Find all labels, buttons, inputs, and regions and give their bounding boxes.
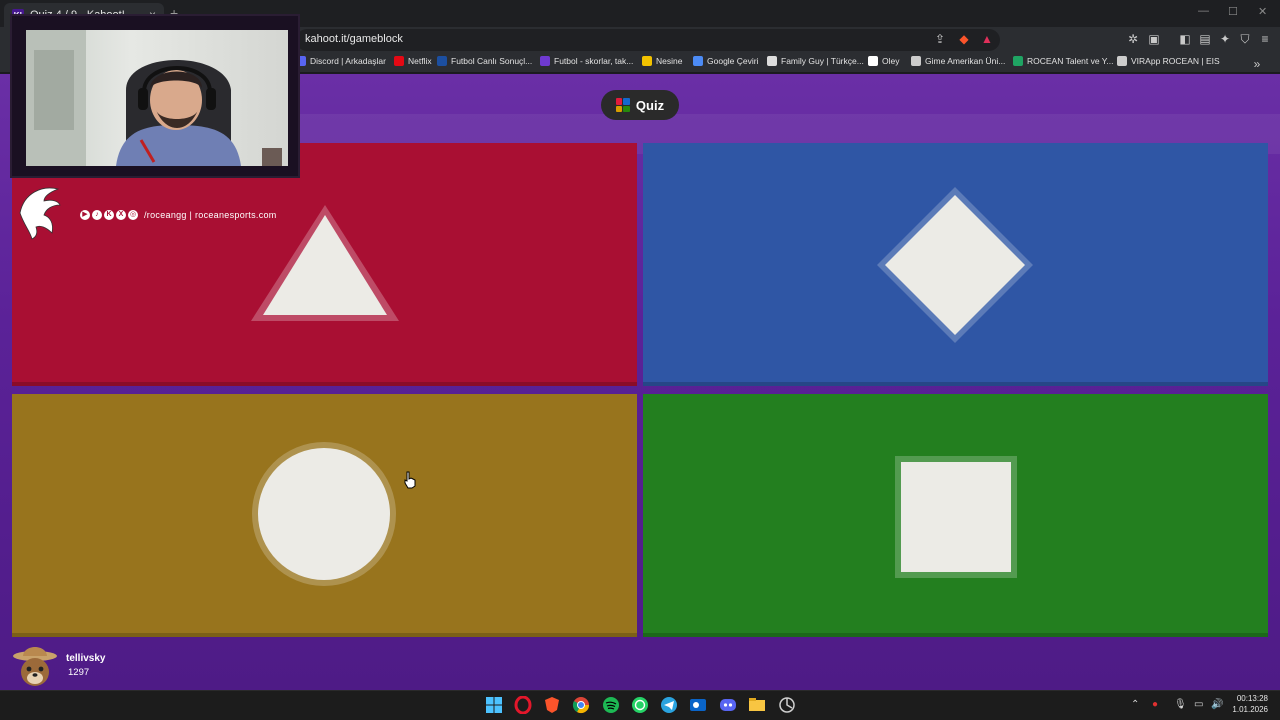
bookmarks-overflow-icon[interactable]: » <box>1250 57 1264 71</box>
tray-overflow-icon[interactable]: ⌃ <box>1131 699 1139 710</box>
answer-diamond-button[interactable] <box>643 143 1268 386</box>
minimize-icon[interactable]: — <box>1198 5 1209 17</box>
clock-time: 00:13:28 <box>1236 694 1268 703</box>
bookmark-item[interactable]: VIRApp ROCEAN | EIS <box>1117 56 1220 66</box>
outlook-icon[interactable] <box>689 696 707 714</box>
dragon-logo-icon <box>19 187 61 240</box>
sheets-icon <box>1013 56 1023 66</box>
bookmark-item[interactable]: Google Çeviri <box>693 56 759 66</box>
app-icon[interactable] <box>778 696 796 714</box>
bookmark-label: Family Guy | Türkçe... <box>781 56 864 66</box>
nesine-icon <box>642 56 652 66</box>
answer-circle-button[interactable] <box>12 394 637 637</box>
instagram-icon: ◎ <box>128 210 138 220</box>
bookmark-item[interactable]: ROCEAN Talent ve Y... <box>1013 56 1113 66</box>
bookmark-label: VIRApp ROCEAN | EIS <box>1131 56 1220 66</box>
bookmark-item[interactable]: Oley <box>868 56 899 66</box>
tray-app-icon[interactable]: ● <box>1152 699 1158 710</box>
brave-icon[interactable] <box>543 696 561 714</box>
bookmark-item[interactable]: Netflix <box>394 56 432 66</box>
site-icon <box>767 56 777 66</box>
bookmark-label: Futbol Canlı Sonuçl... <box>451 56 533 66</box>
square-icon <box>895 456 1017 578</box>
leo-ai-icon[interactable]: ✦ <box>1218 32 1232 46</box>
window-close-icon[interactable]: ✕ <box>1258 5 1267 18</box>
file-explorer-icon[interactable] <box>748 696 766 714</box>
youtube-icon: ▶ <box>80 210 90 220</box>
quiz-label: Quiz <box>635 97 665 113</box>
quiz-type-badge: Quiz <box>601 90 679 120</box>
translate-icon <box>693 56 703 66</box>
network-icon[interactable]: ▭ <box>1194 699 1203 710</box>
bookmark-label: Oley <box>882 56 900 66</box>
whatsapp-icon[interactable] <box>631 696 649 714</box>
player-score: 1297 <box>68 666 90 678</box>
brave-shields-icon[interactable]: ◆ <box>957 32 971 46</box>
tab-search-icon[interactable]: ▤ <box>1198 32 1212 46</box>
m-icon <box>437 56 447 66</box>
menu-icon[interactable]: ≡ <box>1258 32 1272 46</box>
player-name: tellivsky <box>66 652 106 664</box>
bookmark-item[interactable]: Family Guy | Türkçe... <box>767 56 864 66</box>
bookmark-label: Gime Amerikan Üni... <box>925 56 1006 66</box>
oley-icon <box>868 56 878 66</box>
answer-square-button[interactable] <box>643 394 1268 637</box>
bookmark-item[interactable]: Nesine <box>642 56 682 66</box>
player-avatar <box>13 647 57 686</box>
social-links: ▶ ♪ K X ◎ /roceangg | roceanesports.com <box>80 210 277 220</box>
kick-icon: K <box>104 210 114 220</box>
player-info: tellivsky 1297 <box>12 642 105 688</box>
bookmark-item[interactable]: Discord | Arkadaşlar <box>296 56 386 66</box>
bookmark-item[interactable]: Futbol Canlı Sonuçl... <box>437 56 532 66</box>
bookmark-label: Discord | Arkadaşlar <box>310 56 386 66</box>
webcam-video <box>26 30 288 166</box>
bookmark-label: Netflix <box>408 56 432 66</box>
social-handle: /roceangg | roceanesports.com <box>144 210 277 220</box>
tiktok-icon: ♪ <box>92 210 102 220</box>
answer-triangle-button[interactable] <box>12 143 637 386</box>
chrome-icon[interactable] <box>572 696 590 714</box>
webcam-overlay <box>10 14 300 178</box>
wallet-icon[interactable]: ▣ <box>1147 32 1161 46</box>
netflix-icon <box>394 56 404 66</box>
discord-icon[interactable] <box>719 696 737 714</box>
bookmark-label: Futbol - skorlar, tak... <box>554 56 634 66</box>
bookmark-label: Nesine <box>656 56 683 66</box>
volume-icon[interactable]: 🔊 <box>1211 699 1223 710</box>
vpn-icon[interactable]: ⛉ <box>1238 32 1252 46</box>
system-clock[interactable]: 00:13:28 1.01.2026 <box>1232 693 1268 715</box>
sidebar-icon[interactable]: ◧ <box>1178 32 1192 46</box>
clock-date: 1.01.2026 <box>1232 705 1268 714</box>
bookmark-label: Google Çeviri <box>707 56 759 66</box>
x-icon: X <box>116 210 126 220</box>
globe-icon <box>1117 56 1127 66</box>
extensions-icon[interactable]: ✲ <box>1126 32 1140 46</box>
page-icon <box>911 56 921 66</box>
bookmark-item[interactable]: Gime Amerikan Üni... <box>911 56 1005 66</box>
opera-icon[interactable] <box>514 695 532 715</box>
diamond-icon <box>877 187 1033 343</box>
share-icon[interactable]: ⇪ <box>933 32 947 46</box>
brave-rewards-icon[interactable]: ▲ <box>980 32 994 46</box>
quiz-icon <box>615 98 630 112</box>
telegram-icon[interactable] <box>660 696 678 714</box>
microphone-icon[interactable]: 🎙 <box>1174 699 1187 710</box>
bookmark-item[interactable]: Futbol - skorlar, tak... <box>540 56 633 66</box>
maximize-icon[interactable]: ☐ <box>1228 5 1238 18</box>
flashscore-icon <box>540 56 550 66</box>
bookmark-label: ROCEAN Talent ve Y... <box>1027 56 1114 66</box>
url-text: kahoot.it/gameblock <box>305 33 403 45</box>
circle-icon <box>252 442 396 586</box>
hand-cursor-icon <box>404 471 416 489</box>
spotify-icon[interactable] <box>602 696 620 714</box>
start-icon[interactable] <box>485 696 503 714</box>
